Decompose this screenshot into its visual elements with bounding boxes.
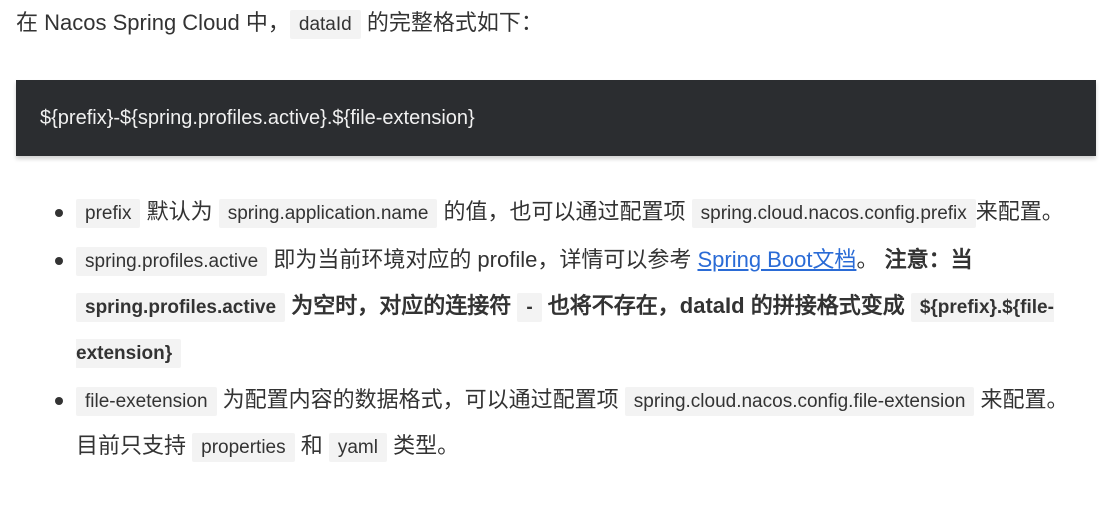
inline-code: spring.application.name bbox=[218, 199, 438, 228]
code-block: ${prefix}-${spring.profiles.active}.${fi… bbox=[16, 80, 1096, 156]
bullet-dot-icon bbox=[55, 257, 63, 265]
code-block-text: ${prefix}-${spring.profiles.active}.${fi… bbox=[40, 106, 475, 129]
list-text: 的值，也可以通过配置项 bbox=[437, 199, 692, 224]
intro-paragraph: 在 Nacos Spring Cloud 中， dataId 的完整格式如下： bbox=[16, 6, 543, 42]
inline-code: prefix bbox=[76, 199, 141, 228]
intro-text-suffix: 的完整格式如下： bbox=[360, 10, 543, 35]
note-text-part: 为空时，对应的连接符 bbox=[285, 293, 518, 318]
inline-code: spring.cloud.nacos.config.file-extension bbox=[624, 387, 975, 416]
list-text: 和 bbox=[294, 433, 329, 458]
inline-code: spring.profiles.active bbox=[76, 247, 268, 276]
note-prefix: 注意：当 bbox=[884, 247, 973, 272]
note-text-part: 也将不存在，dataId 的拼接格式变成 bbox=[541, 293, 911, 318]
inline-code: yaml bbox=[328, 433, 387, 462]
bullet-dot-icon bbox=[55, 397, 63, 405]
inline-code: properties bbox=[192, 433, 295, 462]
inline-code: file-exetension bbox=[76, 387, 217, 416]
list-item-prefix: prefix 默认为 spring.application.name 的值，也可… bbox=[0, 190, 1103, 236]
list-text: 。 bbox=[856, 247, 885, 272]
list-text: 类型。 bbox=[386, 433, 460, 458]
list-item-file-extension: file-exetension 为配置内容的数据格式，可以通过配置项 sprin… bbox=[0, 378, 1103, 470]
list-text: 默认为 bbox=[140, 199, 219, 224]
inline-code: spring.cloud.nacos.config.prefix bbox=[691, 199, 976, 228]
list-text: 为配置内容的数据格式，可以通过配置项 bbox=[216, 387, 625, 412]
list-text: 来配置。 bbox=[975, 199, 1064, 224]
inline-code-dataid: dataId bbox=[289, 10, 361, 39]
bullet-dot-icon bbox=[55, 209, 63, 217]
inline-code: spring.profiles.active bbox=[76, 293, 286, 322]
spring-boot-doc-link[interactable]: Spring Boot文档 bbox=[697, 247, 856, 272]
bullet-list: prefix 默认为 spring.application.name 的值，也可… bbox=[0, 190, 1103, 472]
list-item-profiles-active: spring.profiles.active 即为当前环境对应的 profile… bbox=[0, 238, 1103, 376]
inline-code: - bbox=[517, 293, 542, 322]
list-text: 即为当前环境对应的 profile，详情可以参考 bbox=[267, 247, 698, 272]
intro-text-prefix: 在 Nacos Spring Cloud 中， bbox=[16, 10, 290, 35]
